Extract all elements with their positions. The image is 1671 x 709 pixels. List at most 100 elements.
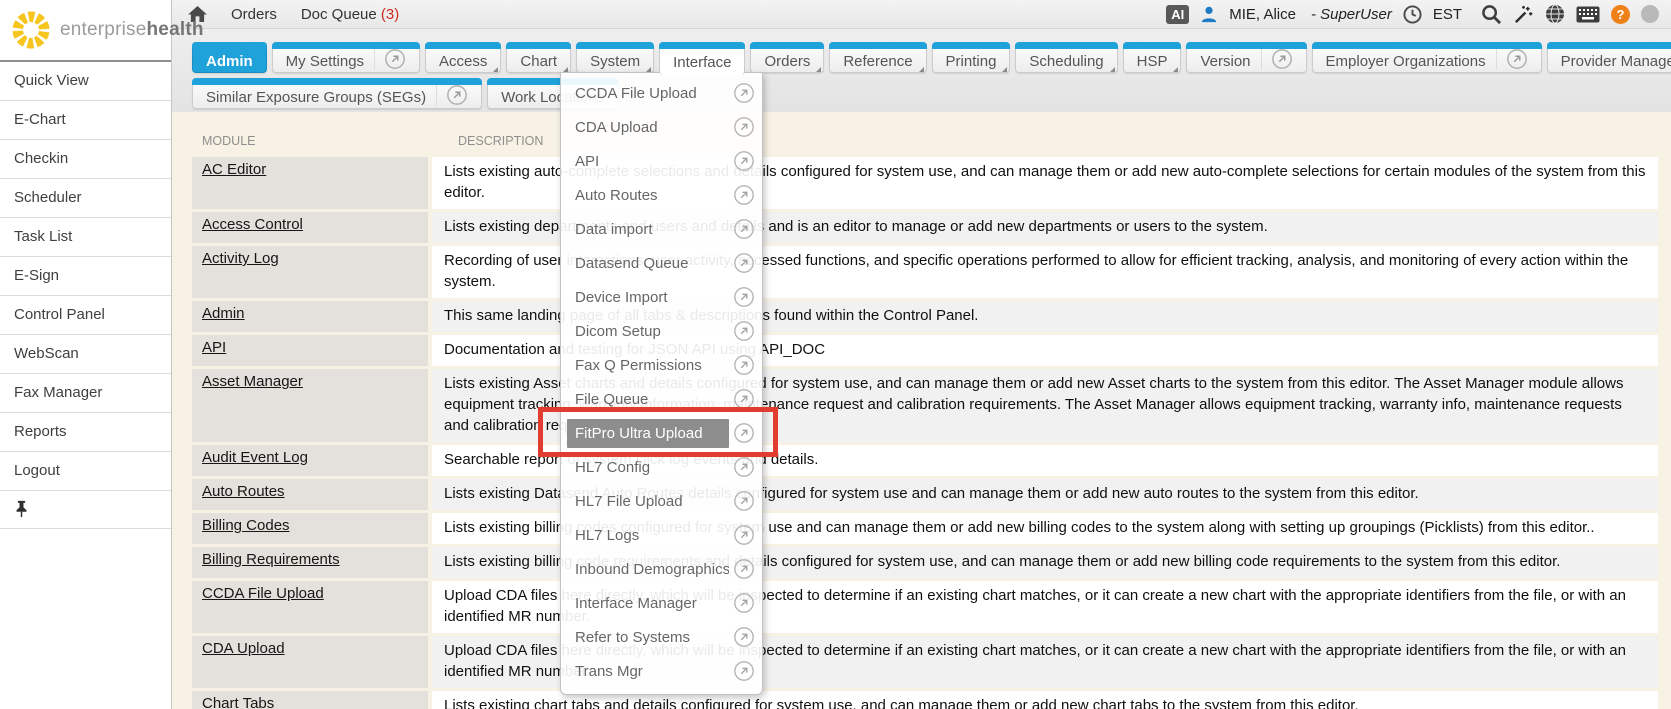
menu-item-auto-routes[interactable]: Auto Routes	[561, 178, 762, 212]
sidebar-item-task-list[interactable]: Task List	[0, 218, 171, 257]
menu-item-label: HL7 Logs	[567, 521, 729, 550]
tab-orders[interactable]: Orders	[750, 42, 824, 73]
clock-icon[interactable]	[1403, 5, 1422, 24]
tab-access[interactable]: Access	[425, 42, 501, 73]
tab-hsp[interactable]: HSP	[1123, 42, 1182, 73]
popout-icon[interactable]	[733, 218, 755, 240]
user-name[interactable]: MIE, Alice	[1229, 6, 1296, 23]
popout-icon[interactable]	[733, 558, 755, 580]
sidebar-item-fax-manager[interactable]: Fax Manager	[0, 374, 171, 413]
menu-item-data-import[interactable]: Data import	[561, 212, 762, 246]
module-link[interactable]: Billing Codes	[202, 517, 290, 534]
module-link[interactable]: Audit Event Log	[202, 449, 308, 466]
tab-scheduling[interactable]: Scheduling	[1015, 42, 1117, 73]
keyboard-icon[interactable]	[1576, 6, 1600, 23]
module-link[interactable]: Auto Routes	[202, 483, 285, 500]
tab-chart[interactable]: Chart	[506, 42, 571, 73]
pin-sidebar-button[interactable]	[0, 491, 171, 529]
popout-icon[interactable]	[733, 490, 755, 512]
module-link[interactable]: API	[202, 339, 226, 356]
menu-item-hl7-logs[interactable]: HL7 Logs	[561, 518, 762, 552]
popout-icon[interactable]	[733, 82, 755, 104]
tab-my-settings[interactable]: My Settings	[272, 42, 420, 73]
popout-icon[interactable]	[733, 388, 755, 410]
menu-item-fitpro-ultra-upload[interactable]: FitPro Ultra Upload	[561, 416, 762, 450]
sidebar-item-reports[interactable]: Reports	[0, 413, 171, 452]
tab-employer-organizations[interactable]: Employer Organizations	[1312, 42, 1542, 73]
module-link[interactable]: CCDA File Upload	[202, 585, 324, 602]
doc-queue-count: (3)	[381, 6, 399, 23]
popout-icon[interactable]	[733, 286, 755, 308]
tab-similar-exposure-groups-segs[interactable]: Similar Exposure Groups (SEGs)	[192, 78, 482, 109]
menu-item-label: Device Import	[567, 283, 729, 312]
menu-item-trans-mgr[interactable]: Trans Mgr	[561, 654, 762, 688]
popout-icon[interactable]	[733, 592, 755, 614]
menu-item-hl7-config[interactable]: HL7 Config	[561, 450, 762, 484]
sidebar-item-logout[interactable]: Logout	[0, 452, 171, 491]
popout-icon[interactable]	[1261, 48, 1293, 70]
sidebar-item-control-panel[interactable]: Control Panel	[0, 296, 171, 335]
tab-printing[interactable]: Printing	[932, 42, 1011, 73]
menu-item-inbound-demographics[interactable]: Inbound Demographics	[561, 552, 762, 586]
tab-row-primary: Admin My Settings Access Chart	[192, 42, 1671, 75]
popout-icon[interactable]	[733, 456, 755, 478]
tab-interface[interactable]: Interface	[659, 42, 745, 75]
search-icon[interactable]	[1481, 4, 1502, 25]
menu-item-hl7-file-upload[interactable]: HL7 File Upload	[561, 484, 762, 518]
magic-wand-icon[interactable]	[1513, 4, 1534, 25]
module-cell: CCDA File Upload	[192, 581, 428, 633]
popout-icon[interactable]	[733, 320, 755, 342]
menu-item-refer-to-systems[interactable]: Refer to Systems	[561, 620, 762, 654]
popout-icon[interactable]	[436, 84, 468, 106]
popout-icon[interactable]	[374, 48, 406, 70]
status-dot-icon[interactable]	[1641, 5, 1659, 23]
sidebar-item-webscan[interactable]: WebScan	[0, 335, 171, 374]
sidebar-item-scheduler[interactable]: Scheduler	[0, 179, 171, 218]
module-link[interactable]: AC Editor	[202, 161, 266, 178]
tab-admin[interactable]: Admin	[192, 42, 267, 73]
sidebar-item-e-sign[interactable]: E-Sign	[0, 257, 171, 296]
module-link[interactable]: Chart Tabs	[202, 695, 274, 709]
popout-icon[interactable]	[733, 150, 755, 172]
popout-icon[interactable]	[733, 422, 755, 444]
module-link[interactable]: Asset Manager	[202, 373, 303, 390]
popout-icon[interactable]	[733, 116, 755, 138]
module-link[interactable]: Access Control	[202, 216, 303, 233]
module-link[interactable]: Activity Log	[202, 250, 279, 267]
globe-icon[interactable]	[1545, 4, 1565, 24]
popout-icon[interactable]	[733, 524, 755, 546]
menu-item-fax-q-permissions[interactable]: Fax Q Permissions	[561, 348, 762, 382]
tab-version[interactable]: Version	[1186, 42, 1306, 73]
popout-icon[interactable]	[733, 252, 755, 274]
menu-item-interface-manager[interactable]: Interface Manager	[561, 586, 762, 620]
nav-link-doc-queue[interactable]: Doc Queue (3)	[301, 6, 399, 23]
popout-icon[interactable]	[733, 660, 755, 682]
sidebar-item-quick-view[interactable]: Quick View	[0, 62, 171, 101]
module-link[interactable]: Billing Requirements	[202, 551, 340, 568]
logo[interactable]: enterprisehealth	[0, 0, 171, 62]
menu-item-api[interactable]: API	[561, 144, 762, 178]
popout-icon[interactable]	[733, 626, 755, 648]
help-icon[interactable]: ?	[1611, 5, 1630, 24]
ai-badge[interactable]: AI	[1166, 5, 1189, 24]
tab-provider-management[interactable]: Provider Management	[1547, 42, 1671, 73]
popout-icon[interactable]	[733, 184, 755, 206]
menu-item-cda-upload[interactable]: CDA Upload	[561, 110, 762, 144]
nav-link-orders[interactable]: Orders	[231, 6, 277, 23]
sidebar-item-e-chart[interactable]: E-Chart	[0, 101, 171, 140]
tab-reference[interactable]: Reference	[829, 42, 926, 73]
module-link[interactable]: Admin	[202, 305, 245, 322]
module-cell: Asset Manager	[192, 369, 428, 442]
menu-item-ccda-file-upload[interactable]: CCDA File Upload	[561, 76, 762, 110]
menu-item-device-import[interactable]: Device Import	[561, 280, 762, 314]
menu-item-datasend-queue[interactable]: Datasend Queue	[561, 246, 762, 280]
tab-system[interactable]: System	[576, 42, 654, 73]
module-link[interactable]: CDA Upload	[202, 640, 285, 657]
sidebar-item-checkin[interactable]: Checkin	[0, 140, 171, 179]
popout-icon[interactable]	[1496, 48, 1528, 70]
menu-item-dicom-setup[interactable]: Dicom Setup	[561, 314, 762, 348]
popout-icon[interactable]	[733, 354, 755, 376]
sidebar-item-label: Control Panel	[14, 306, 105, 323]
menu-item-file-queue[interactable]: File Queue	[561, 382, 762, 416]
module-table: MODULE DESCRIPTION AC Editor Lists exist…	[192, 134, 1658, 709]
